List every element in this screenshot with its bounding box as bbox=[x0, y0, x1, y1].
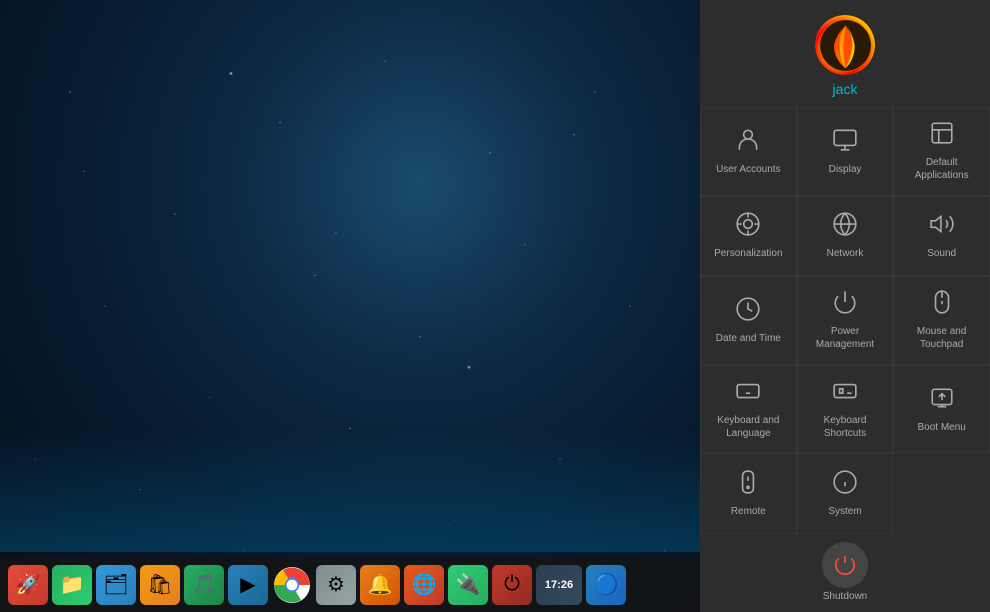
person-icon bbox=[735, 127, 761, 157]
monitor-icon bbox=[832, 127, 858, 157]
settings-label-power-management: Power Management bbox=[804, 325, 887, 351]
settings-item-keyboard-and-language[interactable]: Keyboard and Language bbox=[700, 365, 797, 454]
settings-label-personalization: Personalization bbox=[714, 247, 782, 260]
shutdown-section: Shutdown bbox=[700, 534, 990, 612]
settings-label-mouse-and-touchpad: Mouse and Touchpad bbox=[900, 325, 983, 351]
mouse-icon bbox=[929, 289, 955, 319]
network-icon bbox=[832, 211, 858, 241]
settings-item-remote[interactable]: Remote bbox=[700, 453, 797, 534]
palette-icon bbox=[735, 211, 761, 241]
settings-item-boot-menu[interactable]: Boot Menu bbox=[893, 365, 990, 454]
remote-icon bbox=[735, 469, 761, 499]
settings-item-user-accounts[interactable]: User Accounts bbox=[700, 107, 797, 196]
avatar-image bbox=[815, 15, 875, 75]
settings-item-date-and-time[interactable]: Date and Time bbox=[700, 276, 797, 365]
user-header: jack bbox=[700, 0, 990, 107]
settings-item-sound[interactable]: Sound bbox=[893, 196, 990, 277]
settings-item-system[interactable]: System bbox=[797, 453, 894, 534]
settings-label-boot-menu: Boot Menu bbox=[917, 421, 965, 434]
keyboard-fn-icon bbox=[832, 378, 858, 408]
settings-item-personalization[interactable]: Personalization bbox=[700, 196, 797, 277]
settings-item-default-applications[interactable]: Default Applications bbox=[893, 107, 990, 196]
settings-label-network: Network bbox=[827, 247, 864, 260]
settings-label-keyboard-shortcuts: Keyboard Shortcuts bbox=[804, 414, 887, 440]
taskbar-icon-browser[interactable]: 🌐 bbox=[404, 565, 444, 605]
power-icon bbox=[834, 554, 856, 576]
power-icon bbox=[832, 289, 858, 319]
settings-item-mouse-and-touchpad[interactable]: Mouse and Touchpad bbox=[893, 276, 990, 365]
settings-grid: User Accounts Display Default Applicatio… bbox=[700, 107, 990, 534]
taskbar-icon-mintupdate[interactable]: 🔔 bbox=[360, 565, 400, 605]
taskbar-icon-video[interactable]: ▶ bbox=[228, 565, 268, 605]
settings-label-system: System bbox=[828, 505, 861, 518]
settings-item-keyboard-shortcuts[interactable]: Keyboard Shortcuts bbox=[797, 365, 894, 454]
settings-item-power-management[interactable]: Power Management bbox=[797, 276, 894, 365]
taskbar-icon-green-app[interactable]: 🔌 bbox=[448, 565, 488, 605]
avatar-svg bbox=[818, 18, 873, 73]
avatar[interactable] bbox=[815, 15, 875, 75]
desktop bbox=[0, 0, 700, 612]
settings-item-display[interactable]: Display bbox=[797, 107, 894, 196]
settings-label-display: Display bbox=[829, 163, 862, 176]
shutdown-button[interactable] bbox=[822, 542, 868, 588]
settings-label-date-and-time: Date and Time bbox=[716, 332, 781, 345]
settings-panel: jack User Accounts Display Default Appli… bbox=[700, 0, 990, 612]
keyboard-icon bbox=[735, 378, 761, 408]
username: jack bbox=[833, 81, 858, 97]
chrome-svg bbox=[274, 567, 310, 603]
clock-icon bbox=[735, 296, 761, 326]
settings-label-keyboard-and-language: Keyboard and Language bbox=[707, 414, 790, 440]
sound-icon bbox=[929, 211, 955, 241]
shutdown-label: Shutdown bbox=[823, 591, 867, 602]
taskbar-icon-nemo[interactable]: 📁 bbox=[52, 565, 92, 605]
taskbar-icon-chrome[interactable] bbox=[272, 565, 312, 605]
taskbar-icon-settings[interactable]: ⚙ bbox=[316, 565, 356, 605]
taskbar-icon-music[interactable]: 🎵 bbox=[184, 565, 224, 605]
taskbar-icon-shutdown-icon[interactable]: ⏻ bbox=[492, 565, 532, 605]
window-icon bbox=[929, 120, 955, 150]
taskbar: 🚀📁🗂🛍🎵▶ ⚙🔔🌐🔌⏻17:26🔵 bbox=[0, 557, 700, 612]
info-icon bbox=[832, 469, 858, 499]
taskbar-icon-time[interactable]: 17:26 bbox=[536, 565, 582, 605]
taskbar-icon-rocket[interactable]: 🚀 bbox=[8, 565, 48, 605]
settings-label-remote: Remote bbox=[731, 505, 766, 518]
taskbar-icon-bag[interactable]: 🛍 bbox=[140, 565, 180, 605]
boot-icon bbox=[929, 385, 955, 415]
settings-label-default-applications: Default Applications bbox=[900, 156, 983, 182]
settings-item-network[interactable]: Network bbox=[797, 196, 894, 277]
settings-label-user-accounts: User Accounts bbox=[716, 163, 780, 176]
taskbar-icon-file-manager[interactable]: 🗂 bbox=[96, 565, 136, 605]
settings-label-sound: Sound bbox=[927, 247, 956, 260]
taskbar-icon-blue-circle[interactable]: 🔵 bbox=[586, 565, 626, 605]
